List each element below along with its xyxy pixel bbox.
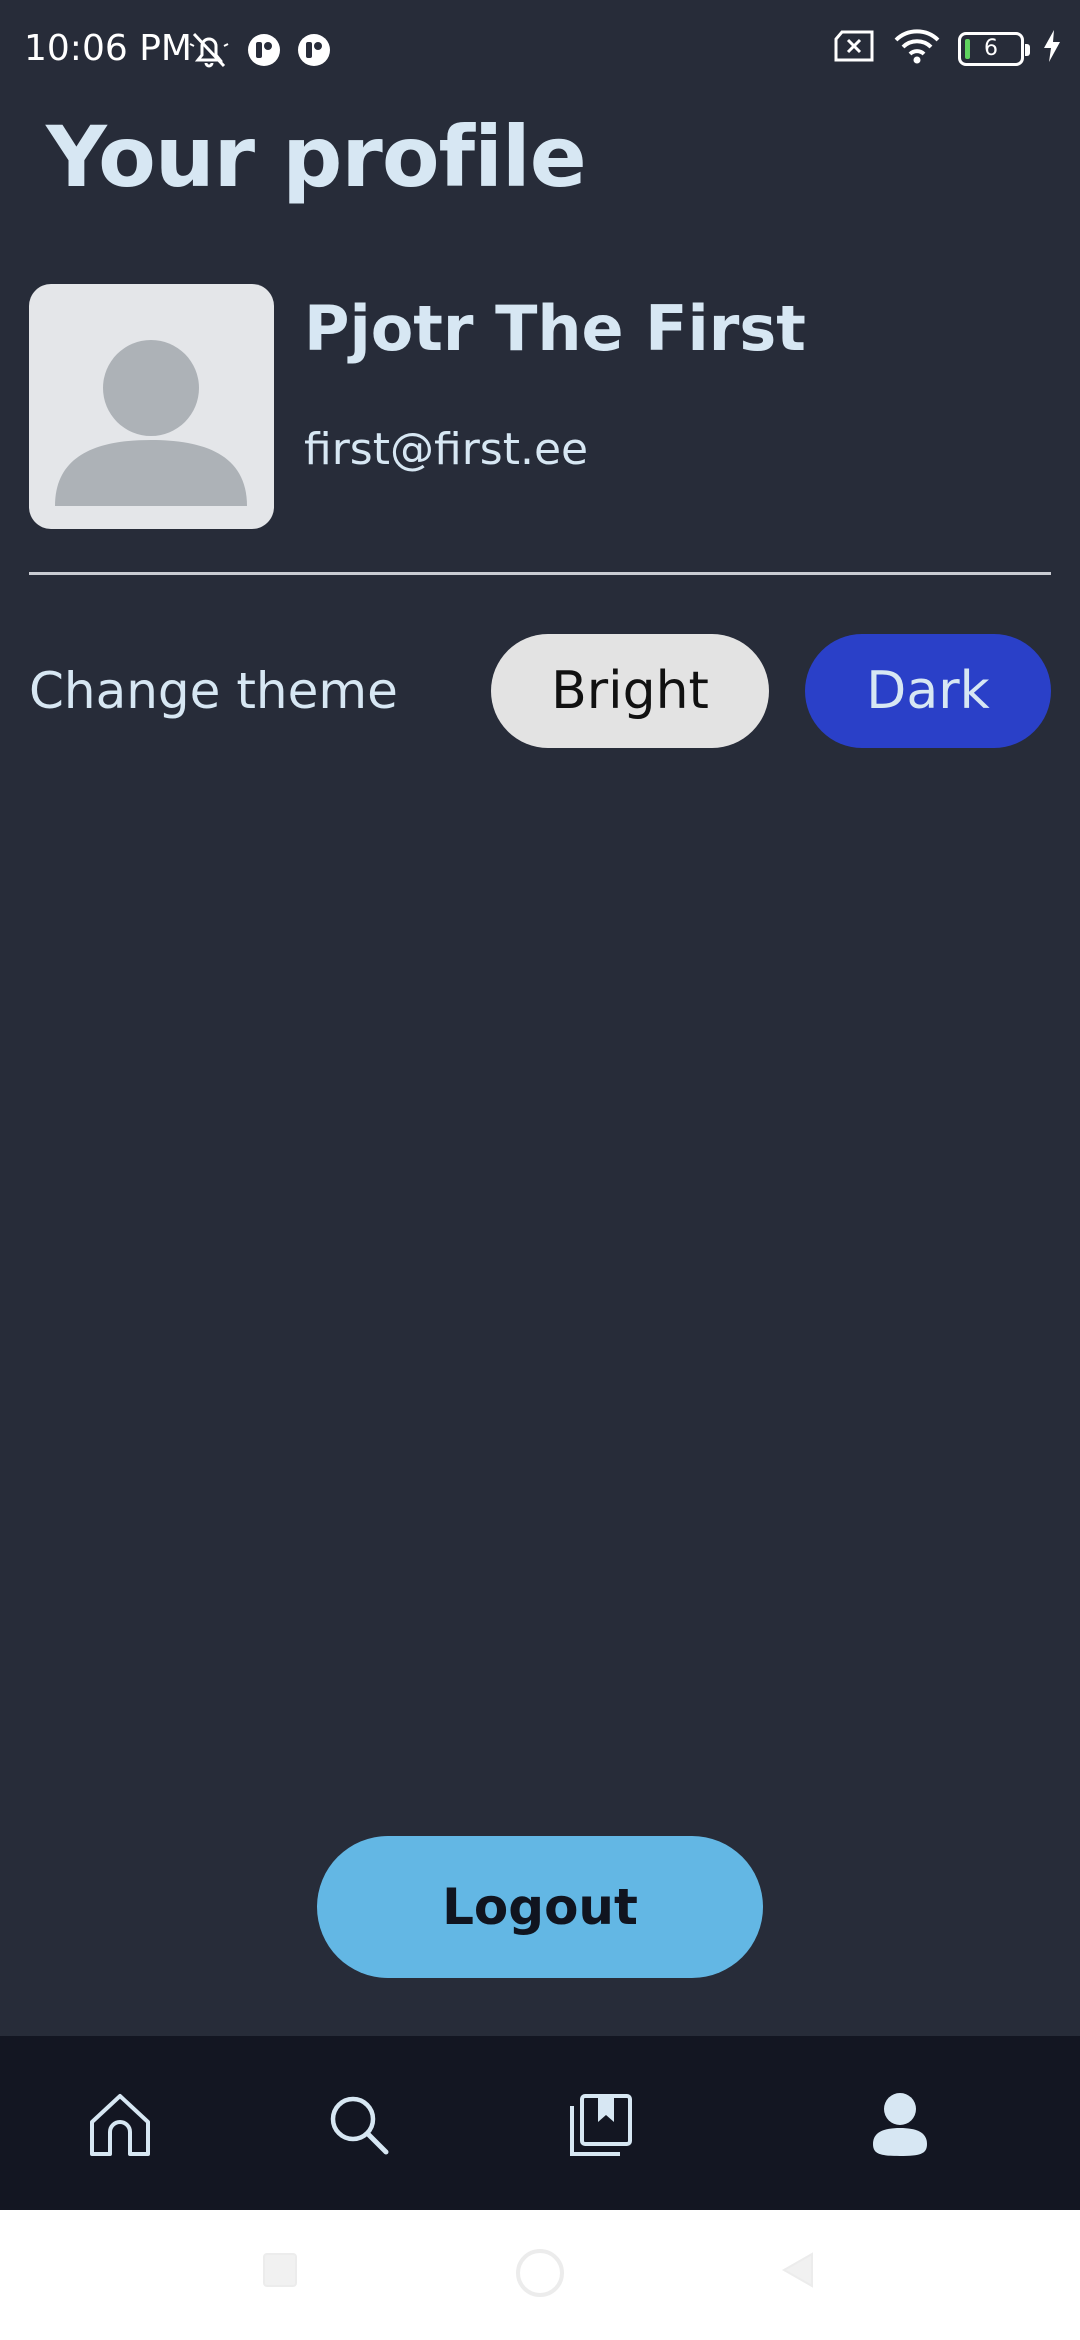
app-notification-icon	[246, 32, 282, 73]
search-icon	[330, 2096, 389, 2155]
status-time: 10:06 PM	[24, 28, 192, 69]
sim-x-icon	[832, 29, 876, 68]
person-placeholder-icon	[55, 340, 247, 506]
bell-off-icon	[186, 30, 232, 75]
bookmarks-icon	[570, 2094, 632, 2156]
status-bar: 10:06 PM 6	[0, 0, 1080, 100]
back-button[interactable]	[778, 2250, 818, 2295]
profile-icon	[873, 2093, 927, 2156]
profile-screen: 10:06 PM 6 Your profile Pjotr The First …	[0, 0, 1080, 2340]
bright-theme-button[interactable]: Bright	[491, 634, 769, 748]
circle-icon	[516, 2249, 564, 2297]
page-title: Your profile	[46, 108, 587, 206]
nav-search[interactable]	[314, 2080, 404, 2170]
bottom-nav	[0, 2036, 1080, 2210]
nav-home[interactable]	[75, 2080, 165, 2170]
home-icon	[90, 2094, 150, 2156]
system-nav-bar	[0, 2210, 1080, 2340]
recents-button[interactable]	[260, 2250, 300, 2295]
battery-icon: 6	[958, 31, 1030, 66]
divider	[29, 572, 1051, 575]
user-email: first@first.ee	[304, 424, 589, 475]
charging-icon	[1042, 29, 1062, 68]
triangle-back-icon	[781, 2252, 813, 2288]
dark-theme-button[interactable]: Dark	[805, 634, 1051, 748]
wifi-icon	[894, 28, 940, 69]
avatar	[29, 284, 274, 529]
square-icon	[263, 2253, 297, 2287]
battery-level: 6	[984, 36, 998, 61]
nav-bookmarks[interactable]	[556, 2080, 646, 2170]
user-name: Pjotr The First	[304, 292, 806, 365]
logout-button[interactable]: Logout	[317, 1836, 763, 1978]
nav-profile[interactable]	[855, 2080, 945, 2170]
app-notification-icon	[296, 32, 332, 73]
theme-label: Change theme	[29, 662, 398, 720]
home-system-button[interactable]	[513, 2246, 567, 2305]
